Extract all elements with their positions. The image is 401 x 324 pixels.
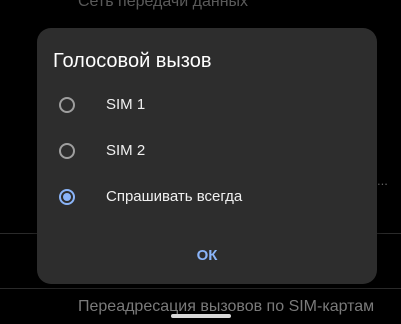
divider <box>0 288 401 289</box>
voice-call-dialog: Голосовой вызов SIM 1 SIM 2 Спрашивать в… <box>37 28 377 284</box>
dialog-title: Голосовой вызов <box>53 50 212 72</box>
option-ask-always[interactable]: Спрашивать всегда <box>37 176 377 222</box>
option-label: SIM 1 <box>106 96 146 113</box>
radio-button-icon[interactable] <box>59 143 75 159</box>
home-indicator[interactable] <box>171 314 231 318</box>
option-label: SIM 2 <box>106 142 146 159</box>
background-ellipsis: ... <box>377 173 388 188</box>
radio-button-icon[interactable] <box>59 97 75 113</box>
ok-button[interactable]: ОК <box>185 241 229 271</box>
option-sim-1[interactable]: SIM 1 <box>37 84 377 130</box>
option-sim-2[interactable]: SIM 2 <box>37 130 377 176</box>
option-label: Спрашивать всегда <box>106 188 243 205</box>
background-setting-label: Сеть передачи данных <box>78 0 249 10</box>
radio-button-selected-icon[interactable] <box>59 189 75 205</box>
